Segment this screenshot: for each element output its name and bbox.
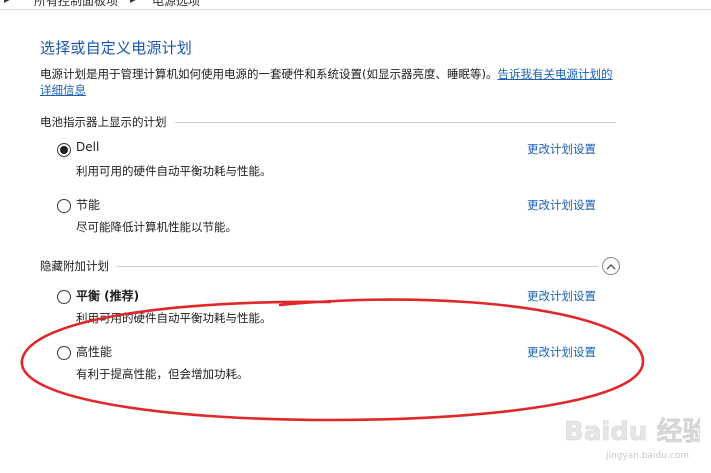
page-description: 电源计划是用于管理计算机如何使用电源的一套硬件和系统设置(如显示器亮度、睡眠等)… bbox=[40, 66, 620, 98]
plan-desc-power-saver: 尽可能降低计算机性能以节能。 bbox=[76, 220, 237, 234]
watermark-logo-text: Baidu 经验 bbox=[564, 416, 700, 447]
watermark-url: jingyan.baidu.com bbox=[605, 451, 689, 461]
plan-name-dell: Dell bbox=[76, 140, 100, 154]
section-title: 隐藏附加计划 bbox=[40, 259, 109, 273]
baidu-watermark: Baidu 经验 jingyan.baidu.com bbox=[564, 416, 700, 461]
section-battery-plans: 电池指示器上显示的计划 bbox=[40, 114, 616, 130]
change-plan-settings-link-dell[interactable]: 更改计划设置 bbox=[527, 141, 596, 157]
change-plan-settings-link-balanced[interactable]: 更改计划设置 bbox=[527, 288, 596, 304]
change-plan-settings-link-high-performance[interactable]: 更改计划设置 bbox=[527, 344, 596, 360]
plan-desc-high-performance: 有利于提高性能，但会增加功耗。 bbox=[76, 367, 249, 381]
plan-radio-dell[interactable] bbox=[57, 143, 71, 157]
description-text: 电源计划是用于管理计算机如何使用电源的一套硬件和系统设置(如显示器亮度、睡眠等)… bbox=[40, 67, 498, 81]
address-bar: ▸ 所有控制面板项 ▸ 电源选项 bbox=[0, 0, 711, 10]
plan-radio-balanced[interactable] bbox=[57, 290, 71, 304]
section-divider bbox=[117, 265, 598, 267]
breadcrumb-separator: ▸ bbox=[4, 0, 10, 6]
breadcrumb-item-power-options[interactable]: 电源选项 bbox=[152, 0, 200, 9]
plan-name-balanced: 平衡 (推荐) bbox=[76, 289, 140, 303]
change-plan-settings-link-power-saver[interactable]: 更改计划设置 bbox=[527, 197, 596, 213]
collapse-hidden-plans-button[interactable] bbox=[602, 257, 620, 275]
page-title: 选择或自定义电源计划 bbox=[40, 39, 193, 57]
plan-name-power-saver: 节能 bbox=[76, 198, 101, 212]
plan-desc-balanced: 利用可用的硬件自动平衡功耗与性能。 bbox=[76, 311, 272, 325]
breadcrumb-separator: ▸ bbox=[130, 0, 136, 6]
plan-radio-high-performance[interactable] bbox=[57, 346, 71, 360]
chevron-up-icon bbox=[606, 263, 616, 269]
breadcrumb-item-control-panel[interactable]: 所有控制面板项 bbox=[34, 0, 118, 9]
plan-desc-dell: 利用可用的硬件自动平衡功耗与性能。 bbox=[76, 164, 272, 178]
section-divider bbox=[174, 121, 616, 123]
section-hidden-plans: 隐藏附加计划 bbox=[40, 258, 598, 274]
plan-name-high-performance: 高性能 bbox=[76, 345, 113, 359]
plan-radio-power-saver[interactable] bbox=[57, 199, 71, 213]
section-title: 电池指示器上显示的计划 bbox=[40, 115, 167, 129]
